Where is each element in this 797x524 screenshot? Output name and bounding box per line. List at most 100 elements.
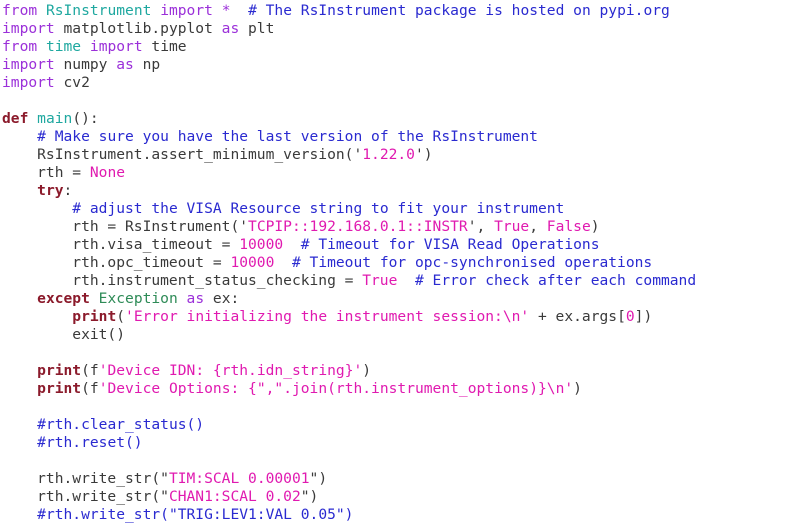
code-token: TCPIP::192.168.0.1::INSTR (248, 218, 468, 235)
code-token: #rth.write_str("TRIG:LEV1:VAL 0.05") (37, 506, 354, 523)
code-token: rth.instrument_status_checking = (2, 272, 363, 289)
code-token: RsInstrument (45, 2, 152, 19)
code-token: ' (239, 218, 249, 235)
code-token: RsInstrument.assert_minimum_version( (2, 146, 354, 163)
code-token: f (89, 380, 99, 397)
code-line[interactable]: RsInstrument.assert_minimum_version('1.2… (0, 146, 797, 164)
code-token: , (476, 218, 495, 235)
code-token: as (186, 290, 205, 307)
code-line[interactable]: print(f'Device IDN: {rth.idn_string}') (0, 362, 797, 380)
code-token: 'Device IDN: {rth.idn_string}' (98, 362, 363, 379)
code-token: 0 (625, 308, 635, 325)
code-line[interactable]: from RsInstrument import * # The RsInstr… (0, 2, 797, 20)
code-line[interactable]: from time import time (0, 38, 797, 56)
code-token: ' (353, 146, 363, 163)
code-token: # adjust the VISA Resource string to fit… (72, 200, 565, 217)
code-token: # Timeout for opc-synchronised operation… (291, 254, 653, 271)
code-token: #rth.clear_status() (37, 416, 205, 433)
code-token: TIM:SCAL 0.00001 (168, 470, 310, 487)
code-token: ) (423, 146, 433, 163)
code-line[interactable]: #rth.write_str("TRIG:LEV1:VAL 0.05") (0, 506, 797, 524)
code-token: " (300, 488, 310, 505)
code-token: import (89, 38, 143, 55)
code-token: " (160, 470, 169, 487)
code-line[interactable]: #rth.clear_status() (0, 416, 797, 434)
code-line-blank[interactable] (0, 398, 797, 416)
code-line[interactable]: import matplotlib.pyplot as plt (0, 20, 797, 38)
code-line[interactable]: rth.write_str("CHAN1:SCAL 0.02") (0, 488, 797, 506)
code-line-blank[interactable] (0, 92, 797, 110)
code-token: Exception (98, 290, 178, 307)
code-line[interactable]: rth.instrument_status_checking = True # … (0, 272, 797, 290)
code-token: # Timeout for VISA Read Operations (300, 236, 600, 253)
code-line[interactable]: #rth.reset() (0, 434, 797, 452)
code-token: 10000 (239, 236, 284, 253)
code-token: plt (239, 20, 275, 37)
code-line[interactable]: print(f'Device Options: {",".join(rth.in… (0, 380, 797, 398)
code-line[interactable]: rth = None (0, 164, 797, 182)
code-token: ) (590, 218, 600, 235)
code-token: print (37, 362, 82, 379)
code-token: ( (116, 308, 126, 325)
code-line-blank[interactable] (0, 344, 797, 362)
code-token: as (116, 56, 134, 73)
code-line[interactable]: import cv2 (0, 74, 797, 92)
code-token: 10000 (230, 254, 275, 271)
code-token: ) (318, 470, 328, 487)
code-token: time (142, 38, 187, 55)
code-line-blank[interactable] (0, 452, 797, 470)
code-token: # Error check after each command (414, 272, 697, 289)
code-token: rth.write_str( (2, 488, 161, 505)
code-line[interactable]: try: (0, 182, 797, 200)
code-token: ) (573, 380, 582, 397)
code-line[interactable]: def main(): (0, 110, 797, 128)
code-token: 'Device Options: {",".join(rth.instrumen… (98, 380, 574, 397)
code-token: * (221, 2, 231, 19)
code-line[interactable]: rth.visa_timeout = 10000 # Timeout for V… (0, 236, 797, 254)
code-line[interactable]: exit() (0, 326, 797, 344)
code-line[interactable]: print('Error initializing the instrument… (0, 308, 797, 326)
code-token: True (362, 272, 398, 289)
code-line[interactable]: import numpy as np (0, 56, 797, 74)
code-token: try (37, 182, 64, 199)
code-line[interactable]: rth.write_str("TIM:SCAL 0.00001") (0, 470, 797, 488)
code-token: ( (81, 380, 90, 397)
code-token: as (221, 20, 240, 37)
code-token: + ex.args[ (529, 308, 626, 325)
code-line[interactable]: except Exception as ex: (0, 290, 797, 308)
code-token: rth.opc_timeout = (2, 254, 231, 271)
code-line[interactable]: rth.opc_timeout = 10000 # Timeout for op… (0, 254, 797, 272)
code-editor-view[interactable]: from RsInstrument import * # The RsInstr… (0, 0, 797, 524)
code-token: rth = RsInstrument( (2, 218, 240, 235)
code-token: ( (81, 362, 90, 379)
code-line[interactable]: # Make sure you have the last version of… (0, 128, 797, 146)
code-token: import (160, 2, 213, 19)
code-token: True (494, 218, 530, 235)
code-token: ) (309, 488, 319, 505)
code-token: # Make sure you have the last version of… (37, 128, 538, 145)
code-token: import (2, 56, 55, 73)
code-line[interactable]: # adjust the VISA Resource string to fit… (0, 200, 797, 218)
code-token: rth.write_str( (2, 470, 161, 487)
code-token: , (529, 218, 547, 235)
code-token: False (546, 218, 591, 235)
code-token: : (63, 182, 73, 199)
code-token: rth.visa_timeout = (2, 236, 240, 253)
code-line[interactable]: rth = RsInstrument('TCPIP::192.168.0.1::… (0, 218, 797, 236)
code-token: ' (414, 146, 424, 163)
code-token: 'Error initializing the instrument sessi… (125, 308, 530, 325)
code-token: time (45, 38, 82, 55)
